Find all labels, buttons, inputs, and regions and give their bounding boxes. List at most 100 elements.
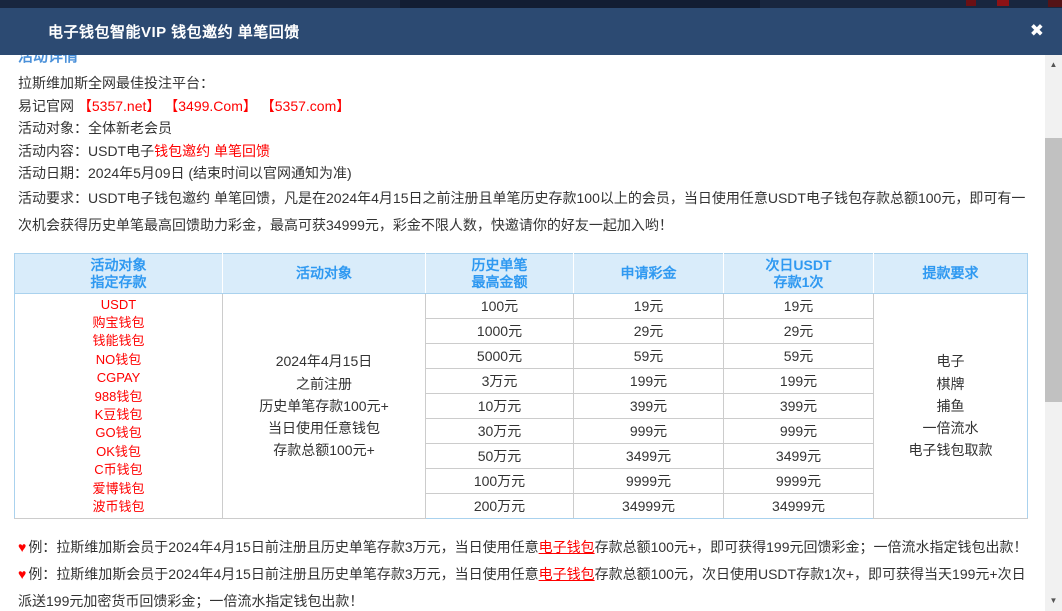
ewallet-link[interactable]: 电子钱包 bbox=[539, 566, 595, 582]
content-dark: USDT电子 bbox=[88, 143, 154, 159]
wallet-item: USDT bbox=[15, 296, 222, 314]
withdraw-line: 一倍流水 bbox=[874, 417, 1027, 439]
bonus-cell: 9999元 bbox=[574, 469, 724, 494]
deposit-cell: 10万元 bbox=[426, 394, 574, 419]
withdraw-require-cell: 电子 棋牌 捕鱼 一倍流水 电子钱包取款 bbox=[874, 294, 1028, 519]
bonus-cell: 399元 bbox=[574, 394, 724, 419]
ewallet-link[interactable]: 电子钱包 bbox=[539, 539, 595, 555]
sites-prefix: 易记官网 bbox=[18, 98, 74, 114]
header-specified-deposit: 活动对象指定存款 bbox=[15, 254, 223, 294]
example-text: 拉斯维加斯会员于2024年4月15日前注册且历史单笔存款3万元，当日使用任意 bbox=[56, 566, 538, 582]
deposit-cell: 30万元 bbox=[426, 419, 574, 444]
activity-content-line: 活动内容：USDT电子钱包邀约 单笔回馈 bbox=[18, 140, 1045, 163]
wallet-item: CGPAY bbox=[15, 369, 222, 387]
nextday-cell: 29元 bbox=[724, 319, 874, 344]
promo-table: 活动对象指定存款 活动对象 历史单笔最高金额 申请彩金 次日USDT存款1次 提… bbox=[14, 253, 1028, 519]
nextday-cell: 399元 bbox=[724, 394, 874, 419]
wallet-item: 波币钱包 bbox=[15, 498, 222, 516]
condition-line: 2024年4月15日 bbox=[223, 350, 425, 372]
activity-target-line: 活动对象：全体新老会员 bbox=[18, 117, 1045, 140]
background-dim-text bbox=[400, 0, 760, 8]
wallet-item: 988钱包 bbox=[15, 388, 222, 406]
target-value: 全体新老会员 bbox=[88, 120, 172, 136]
close-icon[interactable]: ✖ bbox=[1030, 20, 1044, 42]
wallet-item: GO钱包 bbox=[15, 424, 222, 442]
bonus-cell: 59元 bbox=[574, 344, 724, 369]
vertical-scrollbar[interactable]: ▲ ▼ bbox=[1045, 55, 1062, 611]
heart-icon: ♥ bbox=[18, 566, 26, 582]
bonus-cell: 19元 bbox=[574, 294, 724, 319]
example-label: 例： bbox=[28, 539, 56, 555]
withdraw-line: 电子钱包取款 bbox=[874, 439, 1027, 461]
header-activity-target: 活动对象 bbox=[223, 254, 426, 294]
wallet-item: C币钱包 bbox=[15, 461, 222, 479]
heart-icon: ♥ bbox=[18, 539, 26, 555]
withdraw-line: 棋牌 bbox=[874, 373, 1027, 395]
example-label: 例： bbox=[28, 566, 56, 582]
withdraw-line: 电子 bbox=[874, 350, 1027, 372]
activity-date-line: 活动日期：2024年5月09日 (结束时间以官网通知为准) bbox=[18, 162, 1045, 185]
wallet-item: 购宝钱包 bbox=[15, 314, 222, 332]
example-line-1: ♥例：拉斯维加斯会员于2024年4月15日前注册且历史单笔存款3万元，当日使用任… bbox=[18, 534, 1045, 561]
wallet-item: OK钱包 bbox=[15, 443, 222, 461]
deposit-cell: 50万元 bbox=[426, 444, 574, 469]
example-line-2: ♥例：拉斯维加斯会员于2024年4月15日前注册且历史单笔存款3万元，当日使用任… bbox=[18, 561, 1045, 611]
background-page-strip bbox=[0, 0, 1062, 8]
bonus-cell: 199元 bbox=[574, 369, 724, 394]
bonus-cell: 999元 bbox=[574, 419, 724, 444]
scroll-down-icon[interactable]: ▼ bbox=[1045, 593, 1062, 609]
wallet-list-cell: USDT 购宝钱包 钱能钱包 NO钱包 CGPAY 988钱包 K豆钱包 GO钱… bbox=[15, 294, 223, 519]
bonus-cell: 3499元 bbox=[574, 444, 724, 469]
deposit-cell: 5000元 bbox=[426, 344, 574, 369]
example-text: 拉斯维加斯会员于2024年4月15日前注册且历史单笔存款3万元，当日使用任意 bbox=[56, 539, 538, 555]
bonus-cell: 29元 bbox=[574, 319, 724, 344]
nextday-cell: 199元 bbox=[724, 369, 874, 394]
bonus-cell: 34999元 bbox=[574, 494, 724, 519]
example-text: 存款总额100元+，即可获得199元回馈彩金；一倍流水指定钱包出款！ bbox=[595, 539, 1028, 555]
header-nextday-usdt: 次日USDT存款1次 bbox=[724, 254, 874, 294]
scroll-up-icon[interactable]: ▲ bbox=[1045, 57, 1062, 73]
condition-line: 存款总额100元+ bbox=[223, 439, 425, 461]
table-row: USDT 购宝钱包 钱能钱包 NO钱包 CGPAY 988钱包 K豆钱包 GO钱… bbox=[15, 294, 1028, 319]
wallet-item: 爱博钱包 bbox=[15, 480, 222, 498]
condition-line: 当日使用任意钱包 bbox=[223, 417, 425, 439]
nextday-cell: 9999元 bbox=[724, 469, 874, 494]
deposit-cell: 3万元 bbox=[426, 369, 574, 394]
require-value: USDT电子钱包邀约 单笔回馈，凡是在2024年4月15日之前注册且单笔历史存款… bbox=[18, 190, 1025, 233]
date-value: 2024年5月09日 (结束时间以官网通知为准) bbox=[88, 165, 352, 181]
nextday-cell: 999元 bbox=[724, 419, 874, 444]
official-site-links[interactable]: 【5357.net】 【3499.Com】 【5357.com】 bbox=[78, 98, 350, 114]
require-label: 活动要求： bbox=[18, 190, 88, 206]
header-apply-bonus: 申请彩金 bbox=[574, 254, 724, 294]
condition-cell: 2024年4月15日 之前注册 历史单笔存款100元+ 当日使用任意钱包 存款总… bbox=[223, 294, 426, 519]
date-label: 活动日期： bbox=[18, 165, 88, 181]
scrollbar-thumb[interactable] bbox=[1045, 138, 1062, 402]
content-red: 钱包邀约 单笔回馈 bbox=[154, 143, 270, 159]
modal-body: 活动详情 拉斯维加斯全网最佳投注平台： 易记官网 【5357.net】 【349… bbox=[0, 0, 1045, 611]
header-history-max: 历史单笔最高金额 bbox=[426, 254, 574, 294]
condition-line: 历史单笔存款100元+ bbox=[223, 395, 425, 417]
table-header-row: 活动对象指定存款 活动对象 历史单笔最高金额 申请彩金 次日USDT存款1次 提… bbox=[15, 254, 1028, 294]
nextday-cell: 19元 bbox=[724, 294, 874, 319]
deposit-cell: 1000元 bbox=[426, 319, 574, 344]
condition-line: 之前注册 bbox=[223, 373, 425, 395]
target-label: 活动对象： bbox=[18, 120, 88, 136]
withdraw-line: 捕鱼 bbox=[874, 395, 1027, 417]
deposit-cell: 100元 bbox=[426, 294, 574, 319]
background-red-fragment bbox=[1048, 0, 1062, 7]
wallet-item: NO钱包 bbox=[15, 351, 222, 369]
content-label: 活动内容： bbox=[18, 143, 88, 159]
nextday-cell: 3499元 bbox=[724, 444, 874, 469]
header-withdraw-require: 提款要求 bbox=[874, 254, 1028, 294]
activity-require-line: 活动要求：USDT电子钱包邀约 单笔回馈，凡是在2024年4月15日之前注册且单… bbox=[18, 185, 1045, 239]
modal-title: 电子钱包智能VIP 钱包邀约 单笔回馈 bbox=[0, 21, 300, 42]
nextday-cell: 34999元 bbox=[724, 494, 874, 519]
platform-intro: 拉斯维加斯全网最佳投注平台： bbox=[18, 72, 1045, 95]
background-red-fragment bbox=[966, 0, 976, 6]
background-red-fragment bbox=[997, 0, 1009, 6]
wallet-item: 钱能钱包 bbox=[15, 332, 222, 350]
nextday-cell: 59元 bbox=[724, 344, 874, 369]
wallet-item: K豆钱包 bbox=[15, 406, 222, 424]
official-sites-line: 易记官网 【5357.net】 【3499.Com】 【5357.com】 bbox=[18, 95, 1045, 118]
deposit-cell: 100万元 bbox=[426, 469, 574, 494]
